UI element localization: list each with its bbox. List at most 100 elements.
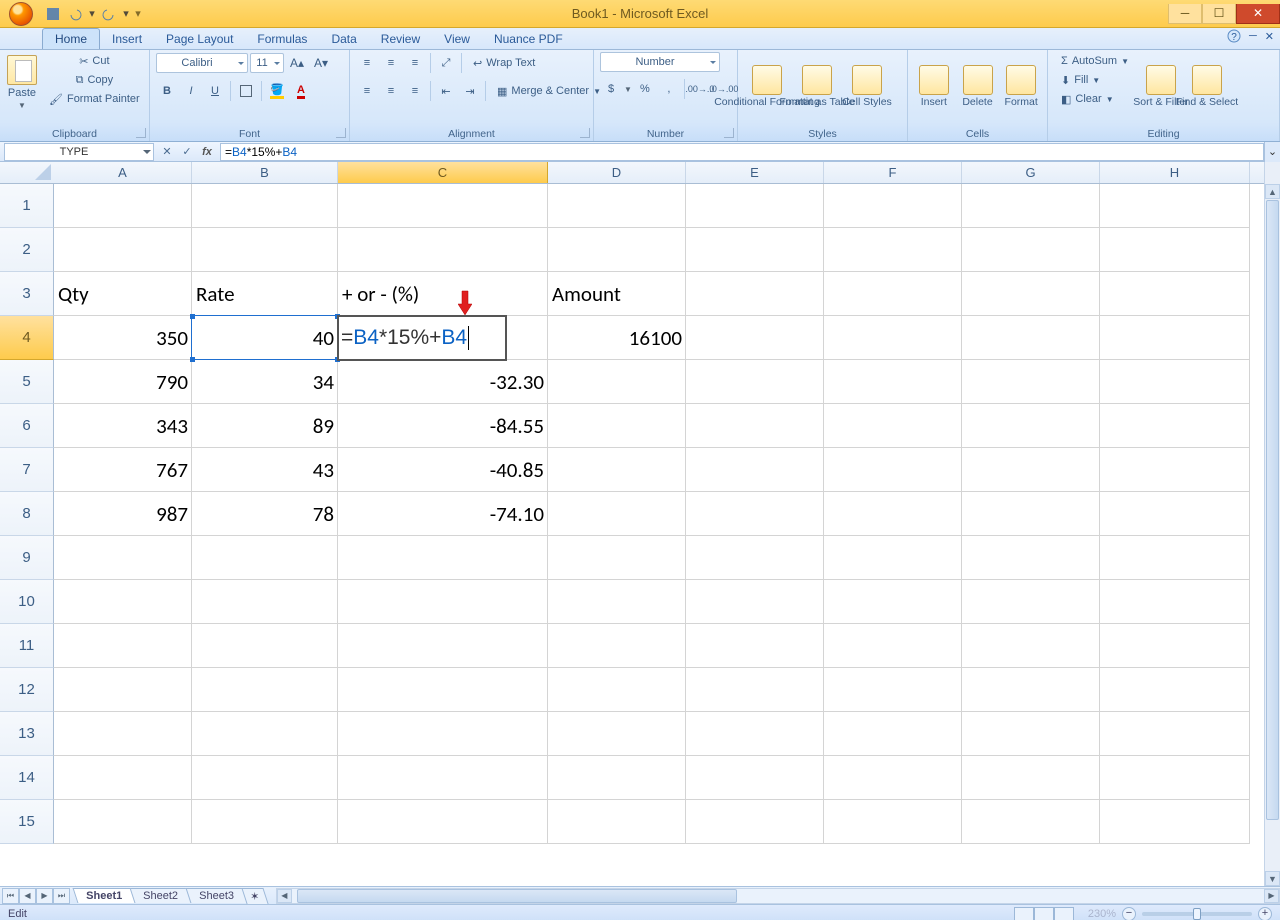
- name-box[interactable]: TYPE: [4, 143, 154, 161]
- tab-nuance-pdf[interactable]: Nuance PDF: [482, 29, 575, 49]
- delete-cells-button[interactable]: Delete: [958, 52, 998, 120]
- formula-bar-input[interactable]: =B4*15%+B4: [220, 143, 1264, 161]
- cell-A3[interactable]: Qty: [54, 272, 192, 316]
- cell-C6[interactable]: -84.55: [338, 404, 548, 448]
- decrease-indent-button[interactable]: ⇤: [435, 80, 457, 102]
- align-left-button[interactable]: ≡: [356, 80, 378, 102]
- horizontal-scrollbar[interactable]: ◀ ▶: [276, 888, 1280, 904]
- autosum-button[interactable]: ΣAutoSum▼: [1054, 52, 1136, 70]
- sheet-tab-sheet1[interactable]: Sheet1: [73, 888, 136, 903]
- shrink-font-button[interactable]: A▾: [310, 52, 332, 74]
- office-button[interactable]: [2, 0, 40, 28]
- cell-B7[interactable]: 43: [192, 448, 338, 492]
- row-header-1[interactable]: 1: [0, 184, 54, 228]
- save-icon[interactable]: [44, 5, 62, 23]
- bold-button[interactable]: B: [156, 80, 178, 102]
- row-header-6[interactable]: 6: [0, 404, 54, 448]
- tab-view[interactable]: View: [432, 29, 482, 49]
- qat-customize-icon[interactable]: ▾: [134, 5, 142, 23]
- row-header-15[interactable]: 15: [0, 800, 54, 844]
- cell-C5[interactable]: -32.30: [338, 360, 548, 404]
- column-header-C[interactable]: C: [338, 162, 548, 183]
- conditional-formatting-button[interactable]: Conditional Formatting: [744, 52, 790, 120]
- insert-cells-button[interactable]: Insert: [914, 52, 954, 120]
- fill-button[interactable]: ⬇Fill▼: [1054, 71, 1136, 89]
- cancel-formula-button[interactable]: ✕: [158, 145, 176, 158]
- next-sheet-button[interactable]: ▶: [36, 888, 53, 904]
- align-middle-button[interactable]: ≡: [380, 52, 402, 74]
- border-button[interactable]: [235, 80, 257, 102]
- cell-A8[interactable]: 987: [54, 492, 192, 536]
- font-size-combo[interactable]: 11: [250, 53, 284, 73]
- alignment-dialog-launcher[interactable]: [580, 128, 590, 138]
- tab-home[interactable]: Home: [42, 28, 100, 49]
- format-as-table-button[interactable]: Format as Table: [794, 52, 840, 120]
- row-header-8[interactable]: 8: [0, 492, 54, 536]
- redo-dropdown-icon[interactable]: ▾: [122, 5, 130, 23]
- close-workbook-button[interactable]: ✕: [1265, 30, 1274, 43]
- close-button[interactable]: ✕: [1236, 4, 1280, 24]
- number-dialog-launcher[interactable]: [724, 128, 734, 138]
- increase-indent-button[interactable]: ⇥: [459, 80, 481, 102]
- normal-view-button[interactable]: [1014, 907, 1034, 920]
- find-select-button[interactable]: Find & Select: [1186, 52, 1228, 120]
- row-header-5[interactable]: 5: [0, 360, 54, 404]
- ribbon-minimize-button[interactable]: ─: [1249, 30, 1257, 42]
- font-name-combo[interactable]: Calibri: [156, 53, 248, 73]
- cell-styles-button[interactable]: Cell Styles: [844, 52, 890, 120]
- cell-formula-editing[interactable]: =B4*15%+B4: [338, 316, 506, 360]
- cell-D3[interactable]: Amount: [548, 272, 686, 316]
- undo-dropdown-icon[interactable]: ▾: [88, 5, 96, 23]
- italic-button[interactable]: I: [180, 80, 202, 102]
- cell-B3[interactable]: Rate: [192, 272, 338, 316]
- expand-formula-bar-icon[interactable]: ⌄: [1264, 142, 1280, 162]
- tab-review[interactable]: Review: [369, 29, 432, 49]
- format-painter-button[interactable]: 🖌Format Painter: [42, 90, 147, 108]
- row-header-9[interactable]: 9: [0, 536, 54, 580]
- column-header-F[interactable]: F: [824, 162, 962, 183]
- cell-B5[interactable]: 34: [192, 360, 338, 404]
- increase-decimal-button[interactable]: .00→.0: [689, 78, 711, 100]
- sheet-tab-sheet2[interactable]: Sheet2: [130, 888, 192, 903]
- page-layout-view-button[interactable]: [1034, 907, 1054, 920]
- merge-center-button[interactable]: ▦Merge & Center▼: [490, 80, 608, 102]
- row-header-13[interactable]: 13: [0, 712, 54, 756]
- scroll-right-button[interactable]: ▶: [1264, 889, 1279, 903]
- number-format-combo[interactable]: Number: [600, 52, 720, 72]
- sheet-tab-sheet3[interactable]: Sheet3: [186, 888, 248, 903]
- last-sheet-button[interactable]: ⏭: [53, 888, 70, 904]
- font-dialog-launcher[interactable]: [336, 128, 346, 138]
- cell-C3[interactable]: + or - (%): [338, 272, 548, 316]
- zoom-level[interactable]: 230%: [1088, 908, 1116, 920]
- page-break-view-button[interactable]: [1054, 907, 1074, 920]
- cell-B6[interactable]: 89: [192, 404, 338, 448]
- sort-filter-button[interactable]: Sort & Filter: [1140, 52, 1182, 120]
- align-right-button[interactable]: ≡: [404, 80, 426, 102]
- font-color-button[interactable]: A: [290, 80, 312, 102]
- first-sheet-button[interactable]: ⏮: [2, 888, 19, 904]
- percent-button[interactable]: %: [634, 78, 656, 100]
- zoom-in-button[interactable]: +: [1258, 907, 1272, 920]
- comma-button[interactable]: ,: [658, 78, 680, 100]
- redo-icon[interactable]: [100, 5, 118, 23]
- cell-D4[interactable]: 16100: [548, 316, 686, 360]
- horizontal-scroll-thumb[interactable]: [297, 889, 737, 903]
- format-cells-button[interactable]: Format: [1001, 52, 1041, 120]
- align-top-button[interactable]: ≡: [356, 52, 378, 74]
- help-icon[interactable]: ?: [1227, 29, 1241, 43]
- cell-A7[interactable]: 767: [54, 448, 192, 492]
- clipboard-dialog-launcher[interactable]: [136, 128, 146, 138]
- copy-button[interactable]: ⧉Copy: [42, 71, 147, 89]
- orientation-button[interactable]: ⤢: [435, 52, 457, 74]
- scroll-down-button[interactable]: ▼: [1265, 871, 1280, 886]
- vertical-scroll-thumb[interactable]: [1266, 200, 1279, 820]
- undo-icon[interactable]: [66, 5, 84, 23]
- tab-data[interactable]: Data: [319, 29, 368, 49]
- row-header-2[interactable]: 2: [0, 228, 54, 272]
- cell-B8[interactable]: 78: [192, 492, 338, 536]
- zoom-out-button[interactable]: −: [1122, 907, 1136, 920]
- scroll-left-button[interactable]: ◀: [277, 889, 292, 903]
- align-bottom-button[interactable]: ≡: [404, 52, 426, 74]
- column-header-D[interactable]: D: [548, 162, 686, 183]
- wrap-text-button[interactable]: ↩Wrap Text: [466, 52, 542, 74]
